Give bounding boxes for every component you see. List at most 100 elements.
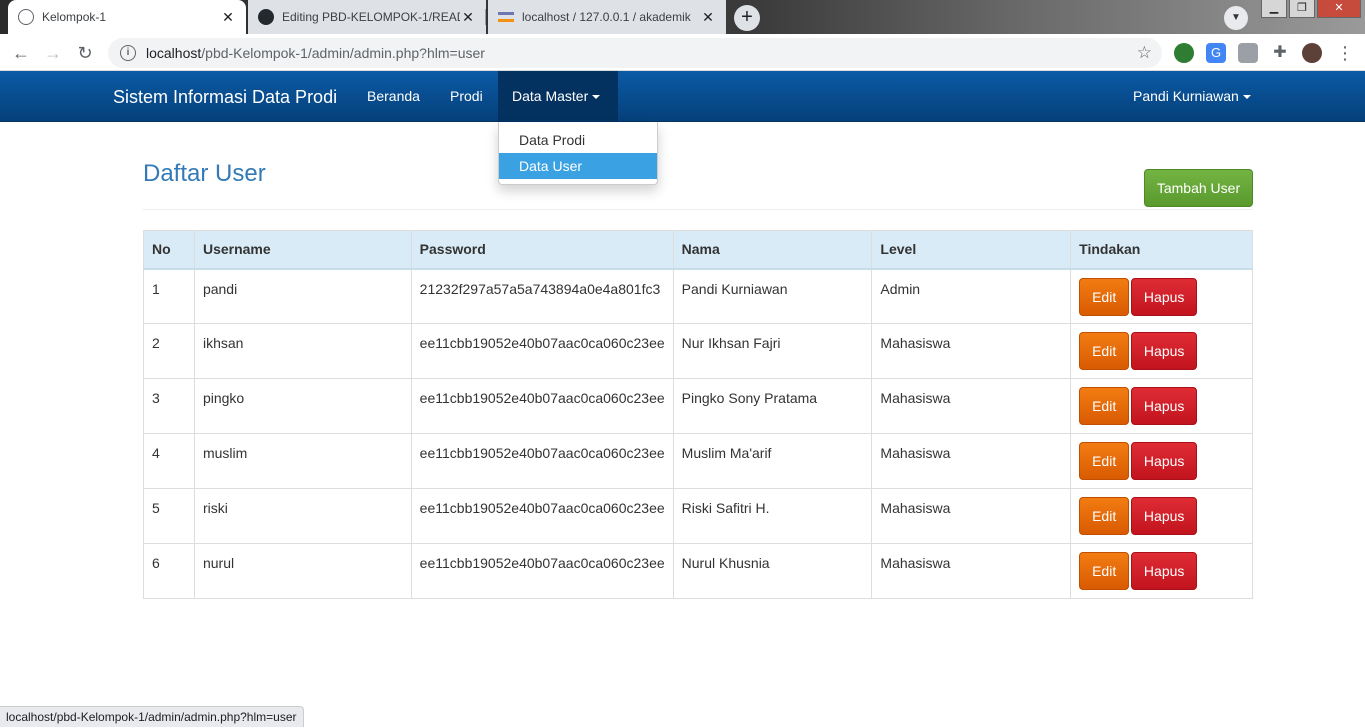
cell-actions: Edit Hapus [1070,543,1253,599]
table-row: 4 muslim ee11cbb19052e40b07aac0ca060c23e… [143,433,1253,489]
data-master-dropdown: Data Prodi Data User [498,122,658,185]
site-brand[interactable]: Sistem Informasi Data Prodi [113,87,337,108]
page-title: Daftar User [143,160,266,187]
tab-github-editing[interactable]: Editing PBD-KELOMPOK-1/README.md ✕ [248,0,486,34]
cell-level: Mahasiswa [871,543,1072,599]
table-row: 2 ikhsan ee11cbb19052e40b07aac0ca060c23e… [143,323,1253,379]
table-row: 6 nurul ee11cbb19052e40b07aac0ca060c23ee… [143,543,1253,599]
edit-button[interactable]: Edit [1079,332,1130,370]
tab-search-icon[interactable]: ▼ [1224,6,1248,30]
cell-password: ee11cbb19052e40b07aac0ca060c23ee [410,378,674,434]
tab-title: Kelompok-1 [42,10,107,24]
cell-actions: Edit Hapus [1070,323,1253,379]
window-close-button[interactable]: ✕ [1317,0,1361,18]
tab-kelompok-1[interactable]: Kelompok-1 ✕ [8,0,246,34]
cell-level: Mahasiswa [871,488,1072,544]
add-user-button[interactable]: Tambah User [1144,169,1253,207]
delete-button[interactable]: Hapus [1131,552,1198,590]
browser-menu-icon[interactable]: ⋮ [1332,40,1358,66]
phpmyadmin-icon [498,12,514,22]
cell-nama: Nurul Khusnia [672,543,873,599]
cell-level: Admin [871,268,1072,324]
nav-data-master[interactable]: Data Master [498,71,618,122]
extension-globe-icon[interactable] [1174,43,1194,63]
cell-nama: Riski Safitri H. [672,488,873,544]
edit-button[interactable]: Edit [1079,552,1130,590]
tab-title: localhost / 127.0.0.1 / akademik [522,10,691,24]
nav-data-master-label: Data Master [512,88,589,104]
delete-button[interactable]: Hapus [1131,332,1198,370]
url-host: localhost [146,45,202,61]
cell-username: pingko [193,378,412,434]
table-header-row: No Username Password Nama Level Tindakan [143,230,1253,270]
nav-beranda[interactable]: Beranda [353,71,434,122]
address-bar[interactable]: i localhost/pbd-Kelompok-1/admin/admin.p… [108,38,1162,68]
delete-button[interactable]: Hapus [1131,442,1198,480]
caret-down-icon [592,95,601,100]
cell-password: 21232f297a57a5a743894a0e4a801fc3 [410,268,674,324]
status-bar-url: localhost/pbd-Kelompok-1/admin/admin.php… [0,706,304,727]
edit-button[interactable]: Edit [1079,442,1130,480]
delete-button[interactable]: Hapus [1131,387,1198,425]
column-header-nama: Nama [672,230,873,270]
cell-level: Mahasiswa [871,378,1072,434]
forward-button[interactable]: → [40,40,66,66]
dropdown-item-data-user[interactable]: Data User [499,153,657,179]
tab-title: Editing PBD-KELOMPOK-1/README.md [282,10,460,24]
nav-user-menu[interactable]: Pandi Kurniawan [1119,71,1265,122]
github-icon [258,9,274,25]
close-icon[interactable]: ✕ [220,9,236,26]
browser-tab-strip: Kelompok-1 ✕ Editing PBD-KELOMPOK-1/READ… [0,0,1365,34]
delete-button[interactable]: Hapus [1131,277,1198,316]
cell-username: pandi [193,268,412,324]
close-icon[interactable]: ✕ [460,9,476,26]
cell-actions: Edit Hapus [1070,268,1253,324]
translate-icon[interactable]: G [1206,43,1226,63]
minimize-button[interactable]: ▁ [1261,0,1287,18]
cell-password: ee11cbb19052e40b07aac0ca060c23ee [410,543,674,599]
column-header-username: Username [193,230,412,270]
column-header-password: Password [410,230,674,270]
divider [143,209,1253,210]
close-icon[interactable]: ✕ [700,9,716,26]
bookmark-star-icon[interactable]: ☆ [1137,43,1152,63]
edit-button[interactable]: Edit [1079,497,1130,535]
tab-phpmyadmin[interactable]: localhost / 127.0.0.1 / akademik ✕ [488,0,726,34]
window-controls: ▁ ❐ ✕ [1261,0,1361,18]
extensions-puzzle-icon[interactable]: ✚ [1270,43,1290,63]
back-button[interactable]: ← [8,40,34,66]
restore-button[interactable]: ❐ [1289,0,1315,18]
edit-button[interactable]: Edit [1079,277,1130,316]
edit-button[interactable]: Edit [1079,387,1130,425]
browser-toolbar: ← → ↻ i localhost/pbd-Kelompok-1/admin/a… [0,34,1365,71]
dropdown-item-data-prodi[interactable]: Data Prodi [499,127,657,153]
table-row: 1 pandi 21232f297a57a5a743894a0e4a801fc3… [143,268,1253,324]
delete-button[interactable]: Hapus [1131,497,1198,535]
table-row: 5 riski ee11cbb19052e40b07aac0ca060c23ee… [143,488,1253,544]
cell-password: ee11cbb19052e40b07aac0ca060c23ee [410,323,674,379]
cell-level: Mahasiswa [871,433,1072,489]
cell-nama: Nur Ikhsan Fajri [672,323,873,379]
column-header-no: No [143,230,195,270]
site-navbar: Sistem Informasi Data Prodi Beranda Prod… [0,71,1365,122]
info-icon[interactable]: i [120,45,136,61]
new-tab-button[interactable]: + [734,5,760,31]
caret-down-icon [1242,95,1251,100]
cell-no: 5 [143,488,195,544]
globe-icon [18,9,34,25]
cell-no: 2 [143,323,195,379]
cell-actions: Edit Hapus [1070,488,1253,544]
reload-button[interactable]: ↻ [72,40,98,66]
users-table: No Username Password Nama Level Tindakan… [143,230,1253,599]
avatar[interactable] [1302,43,1322,63]
camera-icon[interactable] [1238,43,1258,63]
cell-no: 1 [143,268,195,324]
table-row: 3 pingko ee11cbb19052e40b07aac0ca060c23e… [143,378,1253,434]
nav-prodi[interactable]: Prodi [436,71,497,122]
cell-password: ee11cbb19052e40b07aac0ca060c23ee [410,433,674,489]
column-header-tindakan: Tindakan [1070,230,1253,270]
cell-actions: Edit Hapus [1070,378,1253,434]
cell-username: muslim [193,433,412,489]
cell-no: 3 [143,378,195,434]
cell-nama: Pandi Kurniawan [672,268,873,324]
